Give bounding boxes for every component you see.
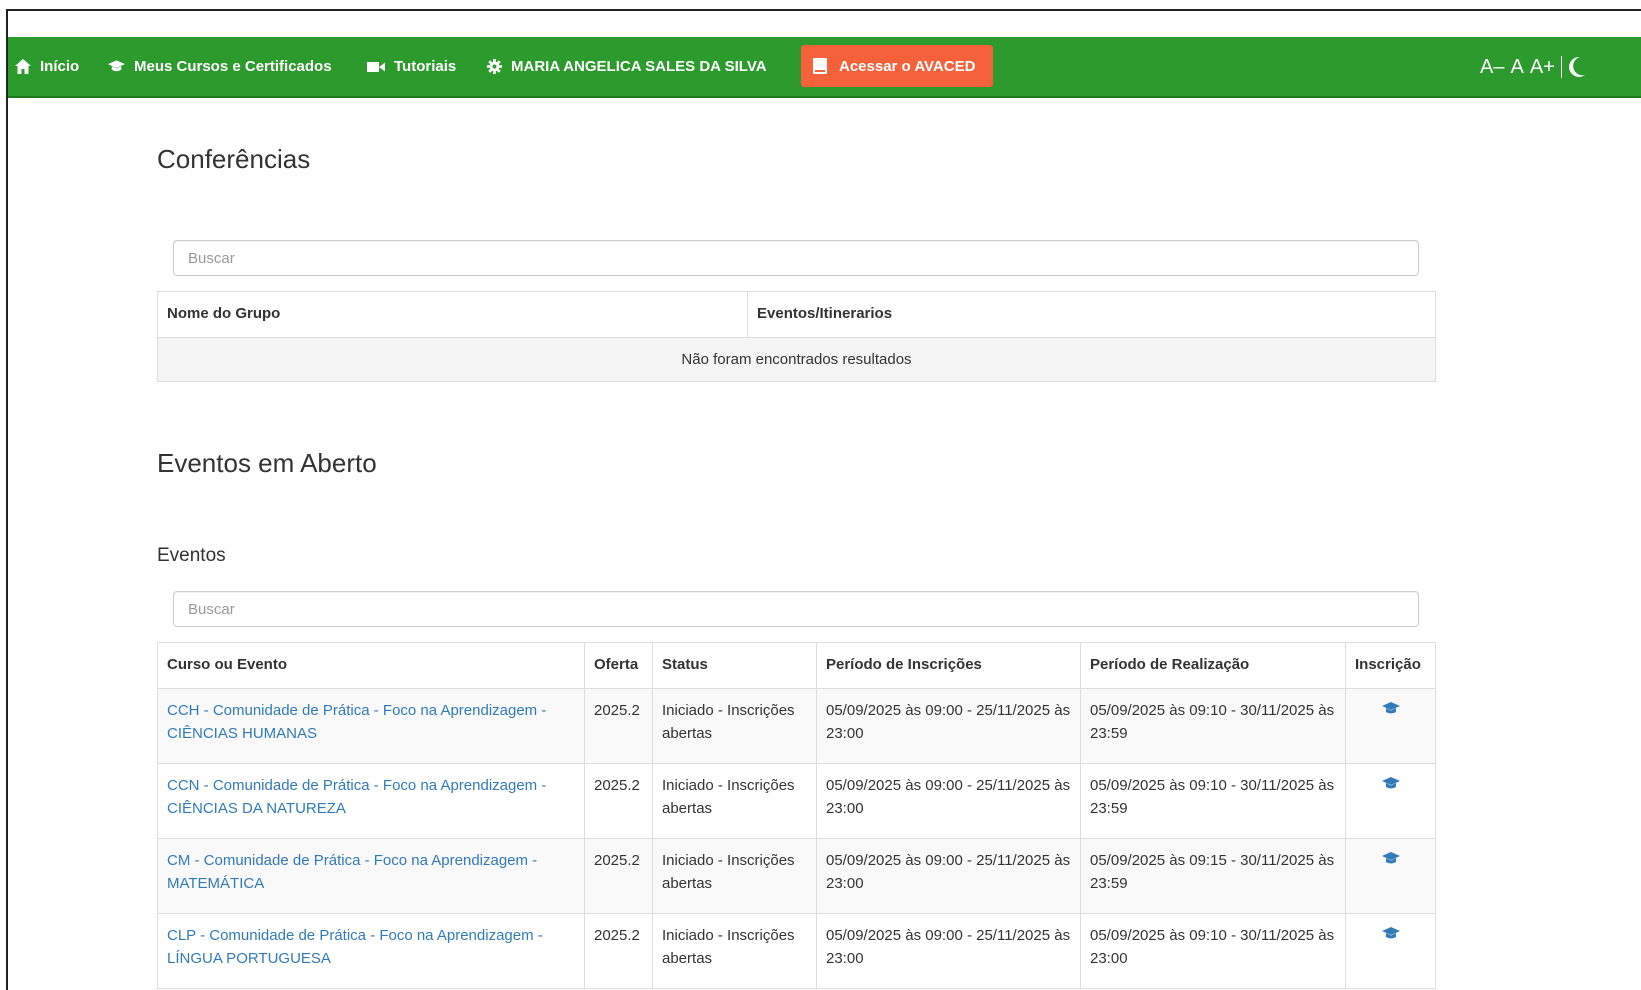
conferencias-table: Nome do Grupo Eventos/Itinerarios Não fo… [157, 291, 1436, 382]
nav-user-settings[interactable]: MARIA ANGELICA SALES DA SILVA [487, 37, 767, 96]
column-header[interactable]: Nome do Grupo [157, 291, 748, 338]
table-row: CM - Comunidade de Prática - Foco na Apr… [157, 838, 1436, 914]
column-header[interactable]: Curso ou Evento [157, 642, 585, 689]
eventos-search-input[interactable] [173, 591, 1419, 627]
graduation-cap-icon[interactable] [1381, 777, 1400, 790]
status-cell: Iniciado - Inscrições abertas [652, 688, 817, 764]
conferencias-search-input[interactable] [173, 240, 1419, 276]
event-link[interactable]: CLP - Comunidade de Prática - Foco na Ap… [167, 927, 543, 967]
empty-row: Não foram encontrados resultados [157, 337, 1436, 382]
table-header-row: Curso ou Evento Oferta Status Período de… [157, 642, 1436, 689]
column-header[interactable]: Oferta [584, 642, 653, 689]
status-cell: Iniciado - Inscrições abertas [652, 913, 817, 989]
graduation-cap-icon[interactable] [1381, 852, 1400, 865]
eventos-aberto-title: Eventos em Aberto [157, 448, 377, 478]
realizacao-cell: 05/09/2025 às 09:10 - 30/11/2025 às 23:5… [1080, 763, 1346, 839]
oferta-cell: 2025.2 [584, 688, 653, 764]
table-row: CCN - Comunidade de Prática - Foco na Ap… [157, 763, 1436, 839]
table-row: CCH - Comunidade de Prática - Foco na Ap… [157, 688, 1436, 764]
font-decrease-button[interactable]: A– [1480, 56, 1504, 79]
nav-my-courses[interactable]: Meus Cursos e Certificados [108, 37, 332, 96]
accessibility-controls: A– A A+ [1480, 53, 1586, 81]
gear-icon [487, 59, 502, 74]
column-header[interactable]: Status [652, 642, 817, 689]
empty-message: Não foram encontrados resultados [157, 337, 1436, 382]
graduation-cap-icon[interactable] [1381, 927, 1400, 940]
access-avaced-button[interactable]: Acessar o AVACED [801, 45, 993, 87]
inscricoes-cell: 05/09/2025 às 09:00 - 25/11/2025 às 23:0… [816, 838, 1081, 914]
nav-user-name: MARIA ANGELICA SALES DA SILVA [511, 58, 767, 75]
conferencias-title: Conferências [157, 144, 311, 174]
video-camera-icon [367, 61, 385, 72]
nav-tutorials-label: Tutoriais [394, 58, 457, 75]
eventos-subtitle: Eventos [157, 545, 226, 566]
column-header[interactable]: Período de Inscrições [816, 642, 1081, 689]
home-icon [15, 59, 31, 74]
top-navbar: Início Meus Cursos e Certificados Tutori… [8, 37, 1641, 98]
access-avaced-label: Acessar o AVACED [839, 57, 976, 75]
status-cell: Iniciado - Inscrições abertas [652, 763, 817, 839]
nav-home[interactable]: Início [15, 37, 79, 96]
nav-tutorials[interactable]: Tutoriais [367, 37, 456, 96]
event-link[interactable]: CM - Comunidade de Prática - Foco na Apr… [167, 852, 537, 892]
column-header[interactable]: Inscrição [1345, 642, 1436, 689]
graduation-cap-icon[interactable] [1381, 702, 1400, 715]
realizacao-cell: 05/09/2025 às 09:10 - 30/11/2025 às 23:0… [1080, 913, 1346, 989]
nav-home-label: Início [40, 58, 80, 75]
inscricoes-cell: 05/09/2025 às 09:00 - 25/11/2025 às 23:0… [816, 688, 1081, 764]
event-link[interactable]: CCH - Comunidade de Prática - Foco na Ap… [167, 702, 546, 742]
realizacao-cell: 05/09/2025 às 09:15 - 30/11/2025 às 23:5… [1080, 838, 1346, 914]
table-header-row: Nome do Grupo Eventos/Itinerarios [157, 291, 1436, 338]
dark-mode-moon-icon[interactable] [1568, 56, 1586, 78]
table-row: CLP - Comunidade de Prática - Foco na Ap… [157, 913, 1436, 989]
nav-my-courses-label: Meus Cursos e Certificados [134, 58, 332, 75]
eventos-table: Curso ou Evento Oferta Status Período de… [157, 642, 1436, 989]
graduation-cap-icon [108, 60, 125, 72]
oferta-cell: 2025.2 [584, 913, 653, 989]
status-cell: Iniciado - Inscrições abertas [652, 838, 817, 914]
font-normal-button[interactable]: A [1510, 56, 1523, 79]
oferta-cell: 2025.2 [584, 763, 653, 839]
realizacao-cell: 05/09/2025 às 09:10 - 30/11/2025 às 23:5… [1080, 688, 1346, 764]
book-icon [813, 58, 827, 74]
column-header[interactable]: Eventos/Itinerarios [747, 291, 1436, 338]
oferta-cell: 2025.2 [584, 838, 653, 914]
inscricoes-cell: 05/09/2025 às 09:00 - 25/11/2025 às 23:0… [816, 763, 1081, 839]
event-link[interactable]: CCN - Comunidade de Prática - Foco na Ap… [167, 777, 546, 817]
font-increase-button[interactable]: A+ [1530, 56, 1555, 79]
inscricoes-cell: 05/09/2025 às 09:00 - 25/11/2025 às 23:0… [816, 913, 1081, 989]
column-header[interactable]: Período de Realização [1080, 642, 1346, 689]
accessibility-divider [1560, 56, 1562, 78]
